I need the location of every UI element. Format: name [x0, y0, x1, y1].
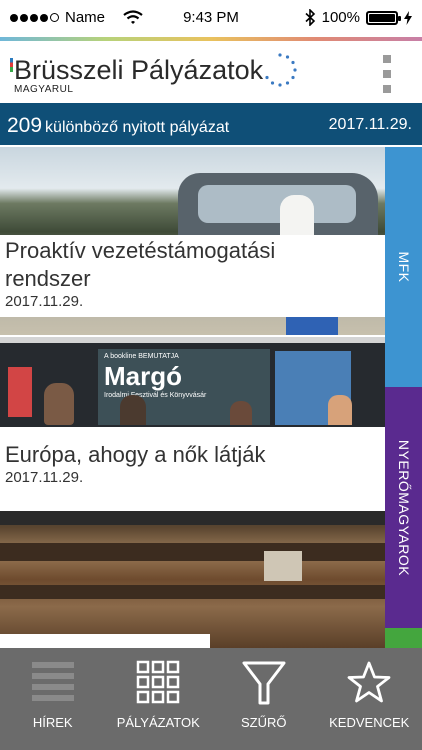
card-label: Proaktív vezetéstámogatási rendszer 2017…	[0, 235, 385, 317]
side-tab-label: NYERŐMAGYAROK	[395, 439, 412, 576]
menu-dot-icon	[383, 70, 391, 78]
side-tab-nyeromagyarok[interactable]: NYERŐMAGYAROK	[385, 387, 422, 628]
filter-icon	[242, 661, 286, 705]
battery-percent: 100%	[321, 9, 360, 26]
tab-label: KEDVENCEK	[329, 715, 410, 730]
tab-kedvencek[interactable]: KEDVENCEK	[317, 648, 422, 750]
grid-icon	[137, 660, 180, 704]
side-tab-green[interactable]	[385, 628, 422, 648]
news-card[interactable]: A bookline BEMUTATJA Margó Irodalmi Fesz…	[0, 337, 385, 511]
side-tab-label: MFK	[395, 251, 412, 283]
bottom-tab-bar: HÍREK PÁLYÁZATOK SZŰRŐ KEDVENCEK	[0, 648, 422, 750]
eu-stars-icon	[265, 53, 297, 87]
tab-szuro[interactable]: SZŰRŐ	[211, 648, 317, 750]
open-calls-count: 209 különböző nyitott pályázat	[7, 114, 230, 137]
status-bar: Name 9:43 PM 100%	[0, 0, 422, 36]
card-date: 2017.11.29.	[5, 293, 84, 310]
poster-brand: A bookline BEMUTATJA	[104, 353, 179, 360]
side-tab-mfk[interactable]: MFK	[385, 147, 422, 387]
charging-icon	[404, 10, 412, 25]
app-title: Brüsszeli Pályázatok	[10, 55, 263, 86]
news-card[interactable]	[0, 511, 385, 648]
list-icon	[31, 662, 74, 701]
poster-title: Margó	[104, 361, 182, 391]
menu-dot-icon	[383, 85, 391, 93]
card-title: Európa, ahogy a nők látják	[5, 442, 266, 467]
tab-palyazatok[interactable]: PÁLYÁZATOK	[106, 648, 212, 750]
card-title-line2: rendszer	[5, 266, 91, 291]
card-label: Európa, ahogy a nők látják 2017.11.29.	[0, 427, 385, 511]
tab-label: HÍREK	[32, 715, 73, 730]
bluetooth-icon	[305, 9, 315, 26]
tab-label: SZŰRŐ	[241, 715, 287, 730]
card-image	[0, 511, 385, 648]
tab-hirek[interactable]: HÍREK	[0, 648, 106, 750]
battery-icon	[366, 10, 401, 25]
app-subtitle: MAGYARUL	[14, 84, 74, 95]
card-date: 2017.11.29.	[5, 469, 84, 486]
poster-subtitle: Irodalmi Fesztivál és Könyvvásár	[104, 392, 207, 399]
card-label	[0, 634, 210, 648]
info-date: 2017.11.29.	[328, 116, 412, 133]
tab-label: PÁLYÁZATOK	[116, 715, 200, 730]
more-menu-button[interactable]	[383, 55, 391, 93]
menu-dot-icon	[383, 55, 391, 63]
info-bar: 209 különböző nyitott pályázat 2017.11.29…	[0, 103, 422, 145]
card-title: Proaktív vezetéstámogatási	[5, 238, 276, 263]
news-card[interactable]: Proaktív vezetéstámogatási rendszer 2017…	[0, 147, 385, 335]
star-icon	[347, 661, 391, 703]
